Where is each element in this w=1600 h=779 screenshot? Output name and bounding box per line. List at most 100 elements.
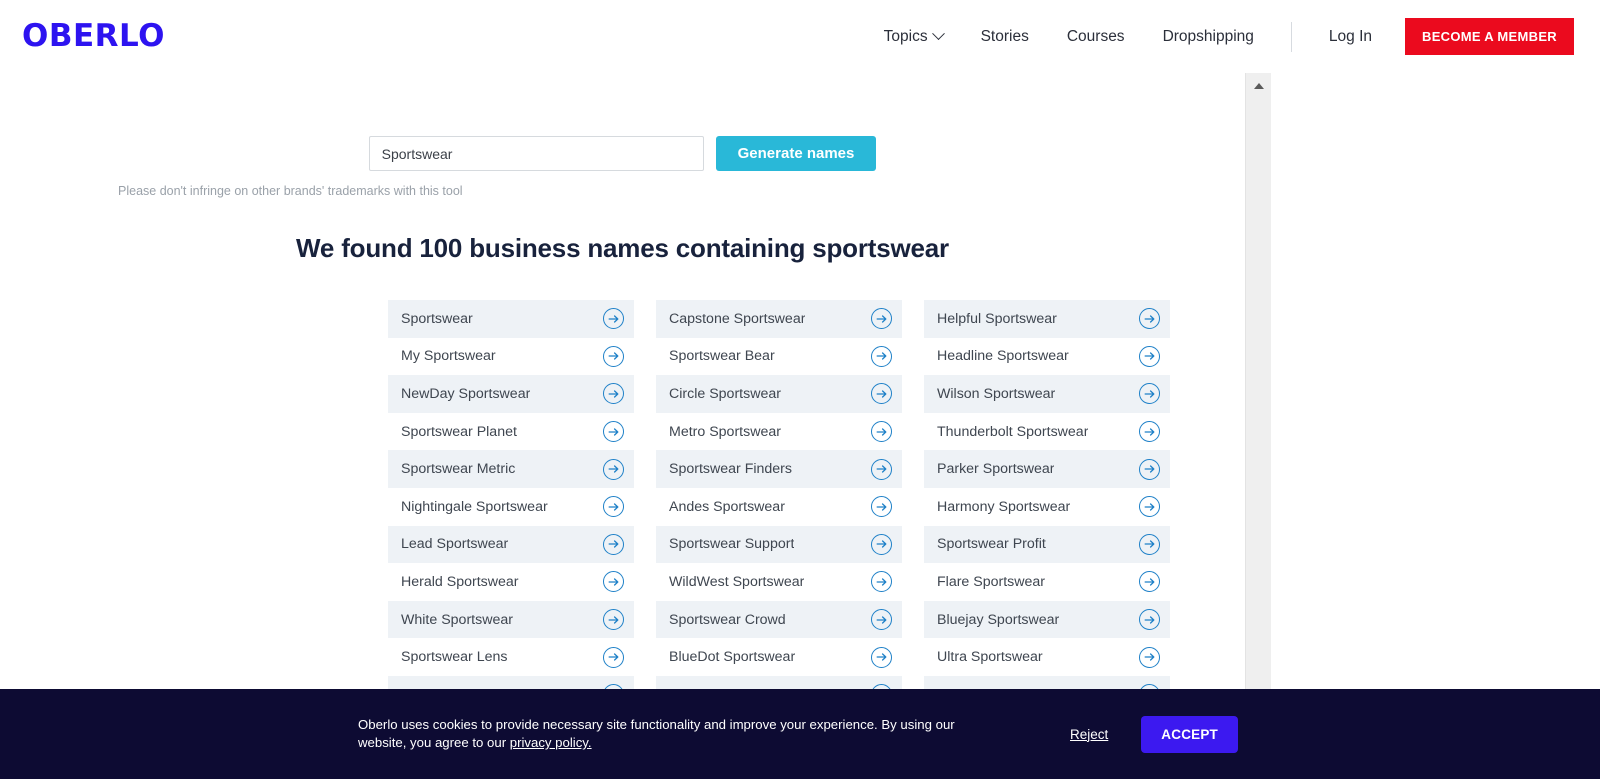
business-name-row[interactable]: My Sportswear (388, 337, 634, 376)
arrow-right-circle-icon[interactable] (1139, 421, 1160, 443)
arrow-right-circle-icon[interactable] (871, 345, 892, 367)
arrow-right-circle-icon[interactable] (1139, 571, 1160, 593)
arrow-right-circle-icon[interactable] (603, 383, 624, 405)
site-header: OBERLO Topics Stories Courses Dropshippi… (0, 0, 1600, 73)
arrow-right-circle-icon[interactable] (1139, 383, 1160, 405)
nav-item-dropshipping[interactable]: Dropshipping (1144, 28, 1273, 46)
arrow-right-circle-icon[interactable] (1139, 308, 1160, 330)
oberlo-logo[interactable]: OBERLO (22, 21, 165, 52)
nav-item-stories[interactable]: Stories (962, 28, 1048, 46)
business-name-row[interactable]: Metro Sportswear (656, 412, 902, 451)
nav-item-topics[interactable]: Topics (865, 27, 962, 46)
business-name-label: Harmony Sportswear (937, 498, 1071, 515)
business-name-row[interactable]: Ultra Sportswear (924, 638, 1170, 676)
business-name-row[interactable]: Lead Sportswear (388, 525, 634, 564)
business-name-row[interactable]: Sportswear Lens (388, 638, 634, 676)
business-name-label: Headline Sportswear (937, 348, 1069, 365)
arrow-right-circle-icon[interactable] (603, 345, 624, 367)
cookie-actions: Reject ACCEPT (1070, 715, 1238, 753)
arrow-right-circle-icon[interactable] (871, 496, 892, 518)
arrow-right-circle-icon[interactable] (871, 383, 892, 405)
content-scrollbar[interactable] (1245, 73, 1271, 779)
business-name-row[interactable]: BlueDot Sportswear (656, 638, 902, 676)
business-name-row[interactable]: Headline Sportswear (924, 337, 1170, 376)
arrow-right-circle-icon[interactable] (603, 571, 624, 593)
login-link[interactable]: Log In (1310, 28, 1391, 46)
business-name-label: White Sportswear (401, 611, 513, 628)
business-name-row[interactable]: Thunderbolt Sportswear (924, 412, 1170, 451)
privacy-policy-link[interactable]: privacy policy. (510, 735, 592, 750)
arrow-right-circle-icon[interactable] (871, 421, 892, 443)
business-name-label: Helpful Sportswear (937, 310, 1057, 327)
become-a-member-button[interactable]: BECOME A MEMBER (1405, 18, 1574, 55)
generate-names-button[interactable]: Generate names (715, 136, 877, 171)
cookie-text-body: Oberlo uses cookies to provide necessary… (358, 717, 955, 750)
arrow-right-circle-icon[interactable] (1139, 609, 1160, 631)
business-name-row[interactable]: Harmony Sportswear (924, 487, 1170, 526)
arrow-right-circle-icon[interactable] (603, 421, 624, 443)
cookie-consent-banner: Oberlo uses cookies to provide necessary… (0, 689, 1600, 779)
business-name-row[interactable]: Sportswear (388, 300, 634, 338)
business-name-label: Metro Sportswear (669, 423, 781, 440)
business-name-row[interactable]: Nightingale Sportswear (388, 487, 634, 526)
accept-cookies-button[interactable]: ACCEPT (1141, 715, 1238, 753)
nav-divider (1290, 21, 1292, 52)
arrow-right-circle-icon[interactable] (603, 458, 624, 480)
results-heading: We found 100 business names containing s… (296, 233, 949, 263)
business-name-row[interactable]: Sportswear Bear (656, 337, 902, 376)
nav-item-topics-label: Topics (883, 27, 928, 45)
arrow-right-circle-icon[interactable] (1139, 533, 1160, 555)
business-name-label: Nightingale Sportswear (401, 498, 548, 515)
arrow-right-circle-icon[interactable] (871, 458, 892, 480)
arrow-right-circle-icon[interactable] (603, 496, 624, 518)
business-name-label: Circle Sportswear (669, 385, 781, 402)
business-name-row[interactable]: NewDay Sportswear (388, 375, 634, 413)
business-name-row[interactable]: Helpful Sportswear (924, 300, 1170, 338)
page-body: Generate names Please don't infringe on … (0, 73, 1600, 779)
business-name-label: Ultra Sportswear (937, 649, 1043, 666)
arrow-right-circle-icon[interactable] (1139, 458, 1160, 480)
arrow-right-circle-icon[interactable] (871, 609, 892, 631)
business-name-label: Sportswear Bear (669, 348, 775, 365)
business-name-row[interactable]: Bluejay Sportswear (924, 600, 1170, 639)
business-name-row[interactable]: Wilson Sportswear (924, 375, 1170, 413)
arrow-right-circle-icon[interactable] (603, 609, 624, 631)
business-name-row[interactable]: WildWest Sportswear (656, 563, 902, 601)
business-name-row[interactable]: Herald Sportswear (388, 563, 634, 601)
business-name-row[interactable]: Andes Sportswear (656, 487, 902, 526)
business-name-row[interactable]: Parker Sportswear (924, 450, 1170, 488)
chevron-down-icon (931, 27, 945, 41)
business-name-label: Andes Sportswear (669, 498, 785, 515)
business-name-label: NewDay Sportswear (401, 385, 531, 402)
arrow-right-circle-icon[interactable] (871, 571, 892, 593)
business-name-row[interactable]: Capstone Sportswear (656, 300, 902, 338)
business-name-label: BlueDot Sportswear (669, 649, 796, 666)
arrow-right-circle-icon[interactable] (603, 308, 624, 330)
scrollable-content-frame: Generate names Please don't infringe on … (0, 73, 1271, 779)
business-name-row[interactable]: Sportswear Support (656, 525, 902, 564)
arrow-right-circle-icon[interactable] (871, 646, 892, 668)
arrow-right-circle-icon[interactable] (871, 308, 892, 330)
arrow-right-circle-icon[interactable] (603, 646, 624, 668)
business-name-row[interactable]: Sportswear Finders (656, 450, 902, 488)
arrow-right-circle-icon[interactable] (603, 533, 624, 555)
arrow-right-circle-icon[interactable] (871, 533, 892, 555)
business-name-row[interactable]: Sportswear Profit (924, 525, 1170, 564)
scrollbar-up-button[interactable] (1246, 79, 1272, 93)
business-name-row[interactable]: Sportswear Crowd (656, 600, 902, 639)
business-name-row[interactable]: White Sportswear (388, 600, 634, 639)
keyword-input[interactable] (368, 136, 704, 171)
main-navigation: Topics Stories Courses Dropshipping Log … (865, 18, 1574, 55)
business-name-label: Sportswear Profit (937, 536, 1046, 553)
arrow-right-circle-icon[interactable] (1139, 345, 1160, 367)
nav-item-courses[interactable]: Courses (1048, 28, 1144, 46)
arrow-right-circle-icon[interactable] (1139, 496, 1160, 518)
arrow-right-circle-icon[interactable] (1139, 646, 1160, 668)
reject-cookies-button[interactable]: Reject (1070, 727, 1108, 742)
business-name-row[interactable]: Flare Sportswear (924, 563, 1170, 601)
business-name-row[interactable]: Sportswear Metric (388, 450, 634, 488)
business-name-row[interactable]: Sportswear Planet (388, 412, 634, 451)
business-name-label: Sportswear Planet (401, 423, 517, 440)
business-name-row[interactable]: Circle Sportswear (656, 375, 902, 413)
generator-form: Generate names (0, 136, 1245, 171)
